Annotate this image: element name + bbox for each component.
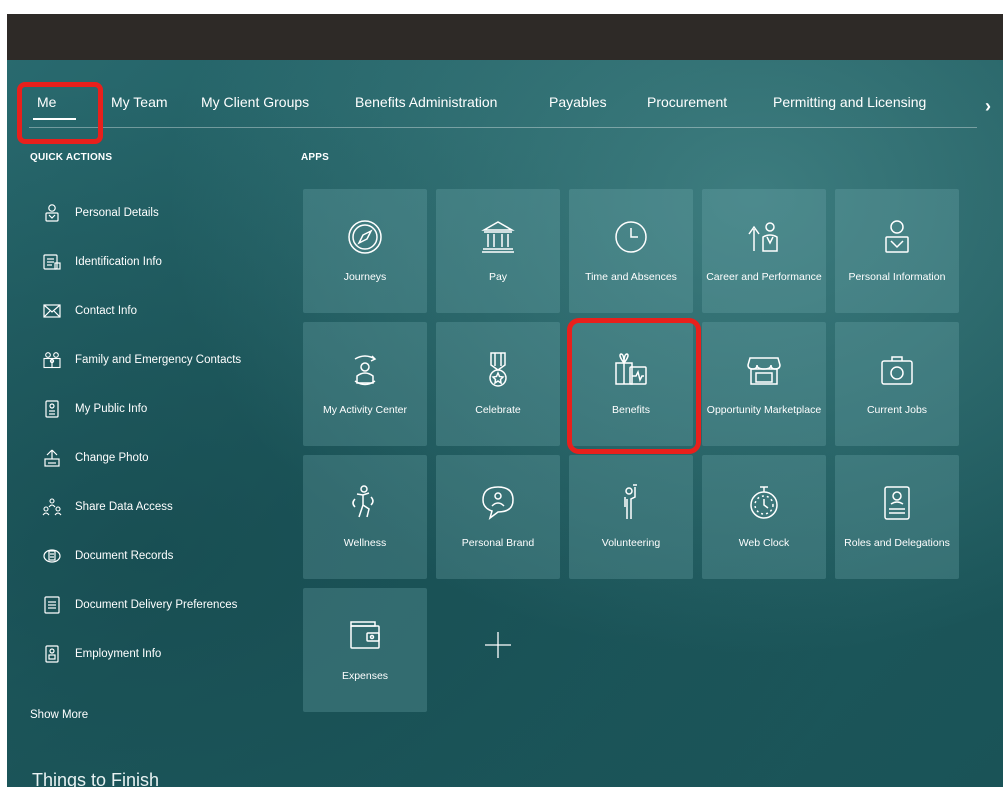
app-tile-volunteering[interactable]: Volunteering bbox=[569, 455, 693, 579]
quick-action-label: Share Data Access bbox=[75, 501, 173, 513]
app-tile-my-activity-center[interactable]: My Activity Center bbox=[303, 322, 427, 446]
quick-action-my-public-info[interactable]: My Public Info bbox=[42, 395, 147, 423]
quick-action-label: Contact Info bbox=[75, 305, 138, 317]
gift-health-icon bbox=[611, 350, 651, 390]
id-card-icon bbox=[42, 252, 62, 272]
activity-icon bbox=[345, 350, 385, 390]
quick-action-label: Change Photo bbox=[75, 452, 149, 464]
app-tile-label: Personal Brand bbox=[461, 537, 535, 549]
person-icon bbox=[42, 203, 62, 223]
person-card-icon bbox=[877, 217, 917, 257]
show-more-link[interactable]: Show More bbox=[30, 709, 88, 721]
app-tile-personal-brand[interactable]: Personal Brand bbox=[436, 455, 560, 579]
app-tile-label: Web Clock bbox=[738, 537, 790, 549]
things-to-finish-heading: Things to Finish bbox=[32, 770, 160, 787]
quick-action-label: My Public Info bbox=[75, 403, 148, 415]
add-app-button[interactable] bbox=[436, 588, 560, 712]
page: Me My Team My Client Groups Benefits Adm… bbox=[0, 0, 1003, 787]
app-tile-expenses[interactable]: Expenses bbox=[303, 588, 427, 712]
quick-action-label: Identification Info bbox=[75, 256, 162, 268]
plus-icon bbox=[485, 632, 511, 658]
volunteer-icon bbox=[611, 483, 651, 523]
upload-photo-icon bbox=[42, 448, 62, 468]
storefront-icon bbox=[744, 350, 784, 390]
badge-icon bbox=[42, 399, 62, 419]
global-header-bar bbox=[7, 14, 1003, 60]
speech-person-icon bbox=[478, 483, 518, 523]
quick-action-identification-info[interactable]: Identification Info bbox=[42, 248, 162, 276]
app-tile-label: Opportunity Marketplace bbox=[706, 404, 822, 416]
chevron-right-icon[interactable]: › bbox=[985, 96, 991, 117]
tab-divider bbox=[29, 127, 977, 128]
app-tile-time-and-absences[interactable]: Time and Absences bbox=[569, 189, 693, 313]
quick-action-label: Document Records bbox=[75, 550, 174, 562]
document-icon bbox=[42, 595, 62, 615]
quick-actions-heading: QUICK ACTIONS bbox=[30, 152, 113, 163]
quick-action-label: Personal Details bbox=[75, 207, 159, 219]
app-tile-label: Benefits bbox=[612, 404, 650, 416]
app-tile-pay[interactable]: Pay bbox=[436, 189, 560, 313]
quick-action-contact-info[interactable]: Contact Info bbox=[42, 297, 137, 325]
tab-me[interactable]: Me bbox=[32, 94, 78, 120]
quick-action-family-emergency-contacts[interactable]: Family and Emergency Contacts bbox=[42, 346, 241, 374]
tab-benefits-administration[interactable]: Benefits Administration bbox=[355, 94, 497, 110]
app-tile-label: Personal Information bbox=[848, 271, 946, 283]
frame-left-edge bbox=[0, 0, 7, 787]
quick-action-label: Employment Info bbox=[75, 648, 162, 660]
app-tile-label: Volunteering bbox=[601, 537, 661, 549]
app-tile-label: Current Jobs bbox=[866, 404, 928, 416]
app-tile-opportunity-marketplace[interactable]: Opportunity Marketplace bbox=[702, 322, 826, 446]
quick-action-document-records[interactable]: Document Records bbox=[42, 542, 173, 570]
quick-action-share-data-access[interactable]: Share Data Access bbox=[42, 493, 173, 521]
app-tile-personal-information[interactable]: Personal Information bbox=[835, 189, 959, 313]
quick-action-change-photo[interactable]: Change Photo bbox=[42, 444, 149, 472]
app-tile-roles-and-delegations[interactable]: Roles and Delegations bbox=[835, 455, 959, 579]
app-tile-benefits[interactable]: Benefits bbox=[569, 322, 693, 446]
tab-my-team[interactable]: My Team bbox=[111, 94, 168, 110]
app-tile-career-and-performance[interactable]: Career and Performance bbox=[702, 189, 826, 313]
quick-action-employment-info[interactable]: Employment Info bbox=[42, 640, 161, 668]
tab-my-client-groups[interactable]: My Client Groups bbox=[201, 94, 309, 110]
wellness-icon bbox=[345, 483, 385, 523]
briefcase-icon bbox=[877, 350, 917, 390]
family-icon bbox=[42, 350, 62, 370]
compass-icon bbox=[345, 217, 385, 257]
quick-action-label: Document Delivery Preferences bbox=[75, 599, 238, 611]
clock-icon bbox=[611, 217, 651, 257]
stopwatch-icon bbox=[744, 483, 784, 523]
app-tile-label: My Activity Center bbox=[322, 404, 408, 416]
app-tile-label: Roles and Delegations bbox=[844, 537, 950, 549]
app-tile-label: Journeys bbox=[343, 271, 387, 283]
quick-action-personal-details[interactable]: Personal Details bbox=[42, 199, 159, 227]
share-people-icon bbox=[42, 497, 62, 517]
app-tile-wellness[interactable]: Wellness bbox=[303, 455, 427, 579]
tab-permitting-and-licensing[interactable]: Permitting and Licensing bbox=[773, 94, 926, 110]
roles-badge-icon bbox=[877, 483, 917, 523]
wallet-icon bbox=[345, 616, 385, 656]
tab-procurement[interactable]: Procurement bbox=[647, 94, 727, 110]
document-records-icon bbox=[42, 546, 62, 566]
quick-action-label: Family and Emergency Contacts bbox=[75, 354, 242, 366]
app-tile-current-jobs[interactable]: Current Jobs bbox=[835, 322, 959, 446]
frame-top-edge bbox=[0, 0, 1003, 14]
app-tile-label: Expenses bbox=[341, 670, 389, 682]
apps-heading: APPS bbox=[301, 152, 330, 163]
quick-action-document-delivery-preferences[interactable]: Document Delivery Preferences bbox=[42, 591, 237, 619]
employee-badge-icon bbox=[42, 644, 62, 664]
app-tile-web-clock[interactable]: Web Clock bbox=[702, 455, 826, 579]
app-tile-label: Pay bbox=[488, 271, 508, 283]
career-icon bbox=[744, 217, 784, 257]
navigator-tabs: Me My Team My Client Groups Benefits Adm… bbox=[7, 60, 1003, 130]
app-tile-celebrate[interactable]: Celebrate bbox=[436, 322, 560, 446]
app-tile-label: Celebrate bbox=[475, 404, 521, 416]
app-tile-label: Time and Absences bbox=[585, 271, 677, 283]
medal-icon bbox=[478, 350, 518, 390]
app-tile-label: Career and Performance bbox=[706, 271, 822, 283]
bank-icon bbox=[478, 217, 518, 257]
app-tile-journeys[interactable]: Journeys bbox=[303, 189, 427, 313]
tab-payables[interactable]: Payables bbox=[549, 94, 607, 110]
app-tile-label: Wellness bbox=[343, 537, 387, 549]
envelope-icon bbox=[42, 301, 62, 321]
